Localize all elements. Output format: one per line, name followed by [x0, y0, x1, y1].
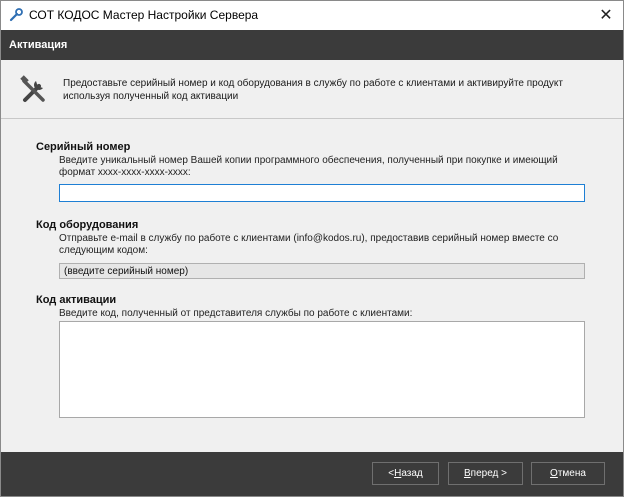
next-button-label: перед > — [470, 468, 507, 479]
cancel-button[interactable]: Отмена — [531, 462, 605, 485]
serial-title: Серийный номер — [36, 141, 131, 153]
intro-text: Предоставьте серийный номер и код оборуд… — [63, 78, 563, 102]
wrench-icon — [9, 8, 23, 22]
form-area: Серийный номер Введите уникальный номер … — [1, 119, 623, 452]
hardware-code-field[interactable]: (введите серийный номер) — [59, 263, 585, 279]
button-bar: < Назад Вперед > Отмена — [1, 452, 623, 496]
step-header: Активация — [1, 30, 623, 60]
window-title: СОТ КОДОС Мастер Настройки Сервера — [29, 8, 259, 22]
hardware-description: Отправьте e-mail в службу по работе с кл… — [59, 233, 559, 256]
activation-code-input[interactable] — [59, 321, 585, 418]
next-button[interactable]: Вперед > — [448, 462, 523, 485]
activation-description: Введите код, полученный от представителя… — [59, 308, 413, 319]
tools-icon — [20, 75, 45, 102]
back-button[interactable]: < Назад — [372, 462, 439, 485]
cancel-button-label: тмена — [557, 468, 586, 479]
next-button-mnemonic: В — [463, 468, 471, 479]
intro-panel: Предоставьте серийный номер и код оборуд… — [1, 60, 623, 119]
hardware-title: Код оборудования — [36, 219, 139, 231]
serial-input[interactable] — [59, 184, 585, 202]
wizard-window: СОТ КОДОС Мастер Настройки Сервера ✕ Акт… — [0, 0, 624, 497]
close-icon[interactable]: ✕ — [595, 5, 617, 25]
activation-title: Код активации — [36, 294, 117, 306]
back-button-mnemonic: Н — [394, 468, 402, 479]
step-title: Активация — [9, 39, 68, 51]
title-bar[interactable]: СОТ КОДОС Мастер Настройки Сервера ✕ — [1, 1, 623, 29]
back-button-label: азад — [401, 468, 423, 479]
cancel-button-mnemonic: О — [550, 468, 558, 479]
serial-description: Введите уникальный номер Вашей копии про… — [59, 155, 558, 178]
